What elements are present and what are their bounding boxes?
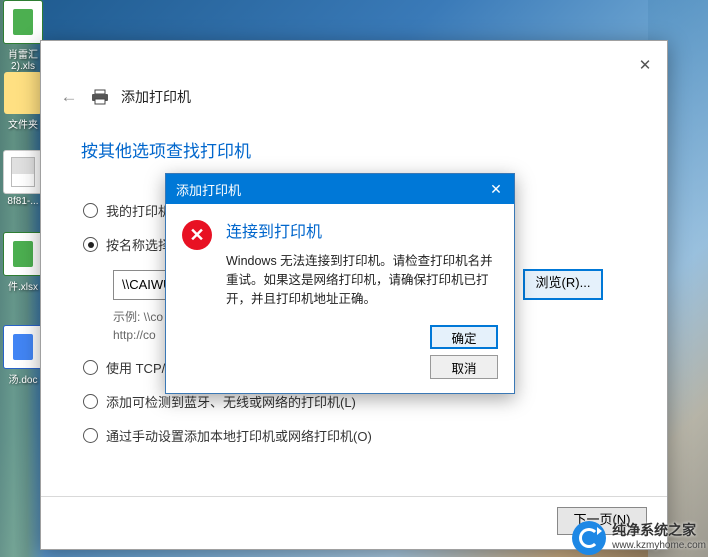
wizard-close-icon[interactable]: ✕ (633, 53, 657, 77)
watermark-url: www.kzmyhome.com (612, 538, 706, 553)
cancel-button[interactable]: 取消 (430, 355, 498, 379)
error-message: Windows 无法连接到打印机。请检查打印机名并重试。如果这是网络打印机，请确… (226, 252, 498, 309)
back-icon[interactable]: ← (59, 87, 79, 107)
desktop-icon-label: 肖雷汇 2).xls (2, 46, 44, 72)
desktop-icon-label: 汤.doc (2, 371, 44, 386)
desktop-icon[interactable]: 肖雷汇 2).xls (2, 0, 44, 72)
section-heading: 按其他选项查找打印机 (81, 137, 251, 162)
wizard-header: ← 添加打印机 (59, 87, 191, 107)
desktop-icon[interactable]: 文件夹 (2, 72, 44, 131)
desktop-icon-label: 8f81-... (2, 196, 44, 207)
divider (41, 496, 667, 497)
file-icon (3, 232, 43, 276)
wizard-title: 添加打印机 (121, 87, 191, 107)
radio-icon (83, 360, 98, 375)
option-manual-setup[interactable]: 通过手动设置添加本地打印机或网络打印机(O) (83, 426, 623, 445)
watermark-name: 纯净系统之家 (612, 523, 706, 538)
file-icon (3, 0, 43, 44)
error-text-block: 连接到打印机 Windows 无法连接到打印机。请检查打印机名并重试。如果这是网… (226, 218, 498, 309)
error-dialog-title: 添加打印机 (176, 180, 241, 199)
option-bluetooth-wireless[interactable]: 添加可检测到蓝牙、无线或网络的打印机(L) (83, 392, 623, 411)
error-body: ✕ 连接到打印机 Windows 无法连接到打印机。请检查打印机名并重试。如果这… (166, 204, 514, 321)
error-dialog: 添加打印机 ✕ ✕ 连接到打印机 Windows 无法连接到打印机。请检查打印机… (165, 173, 515, 394)
error-icon: ✕ (182, 220, 212, 250)
watermark-logo-icon (572, 521, 606, 555)
desktop-background: 肖雷汇 2).xls 文件夹 8f81-... 件.xlsx 汤.doc ✕ ← 添加打… (0, 0, 708, 557)
file-icon (4, 72, 42, 114)
ok-button[interactable]: 确定 (430, 325, 498, 349)
option-label: 添加可检测到蓝牙、无线或网络的打印机(L) (106, 392, 356, 411)
radio-icon (83, 394, 98, 409)
radio-icon (83, 428, 98, 443)
file-icon (3, 150, 43, 194)
desktop-icon-label: 件.xlsx (2, 278, 44, 293)
desktop-icon[interactable]: 件.xlsx (2, 232, 44, 293)
printer-icon (91, 89, 109, 105)
error-close-icon[interactable]: ✕ (480, 174, 512, 204)
watermark: 纯净系统之家 www.kzmyhome.com (572, 521, 706, 555)
option-label: 通过手动设置添加本地打印机或网络打印机(O) (106, 426, 372, 445)
error-titlebar[interactable]: 添加打印机 ✕ (166, 174, 514, 204)
error-button-row: 确定 取消 (166, 321, 514, 393)
radio-icon (83, 203, 98, 218)
error-heading: 连接到打印机 (226, 218, 498, 242)
watermark-text: 纯净系统之家 www.kzmyhome.com (612, 523, 706, 553)
file-icon (3, 325, 43, 369)
desktop-icon-label: 文件夹 (2, 116, 44, 131)
desktop-icon[interactable]: 汤.doc (2, 325, 44, 386)
desktop-icon[interactable]: 8f81-... (2, 150, 44, 207)
browse-button[interactable]: 浏览(R)... (523, 269, 603, 300)
radio-icon (83, 237, 98, 252)
